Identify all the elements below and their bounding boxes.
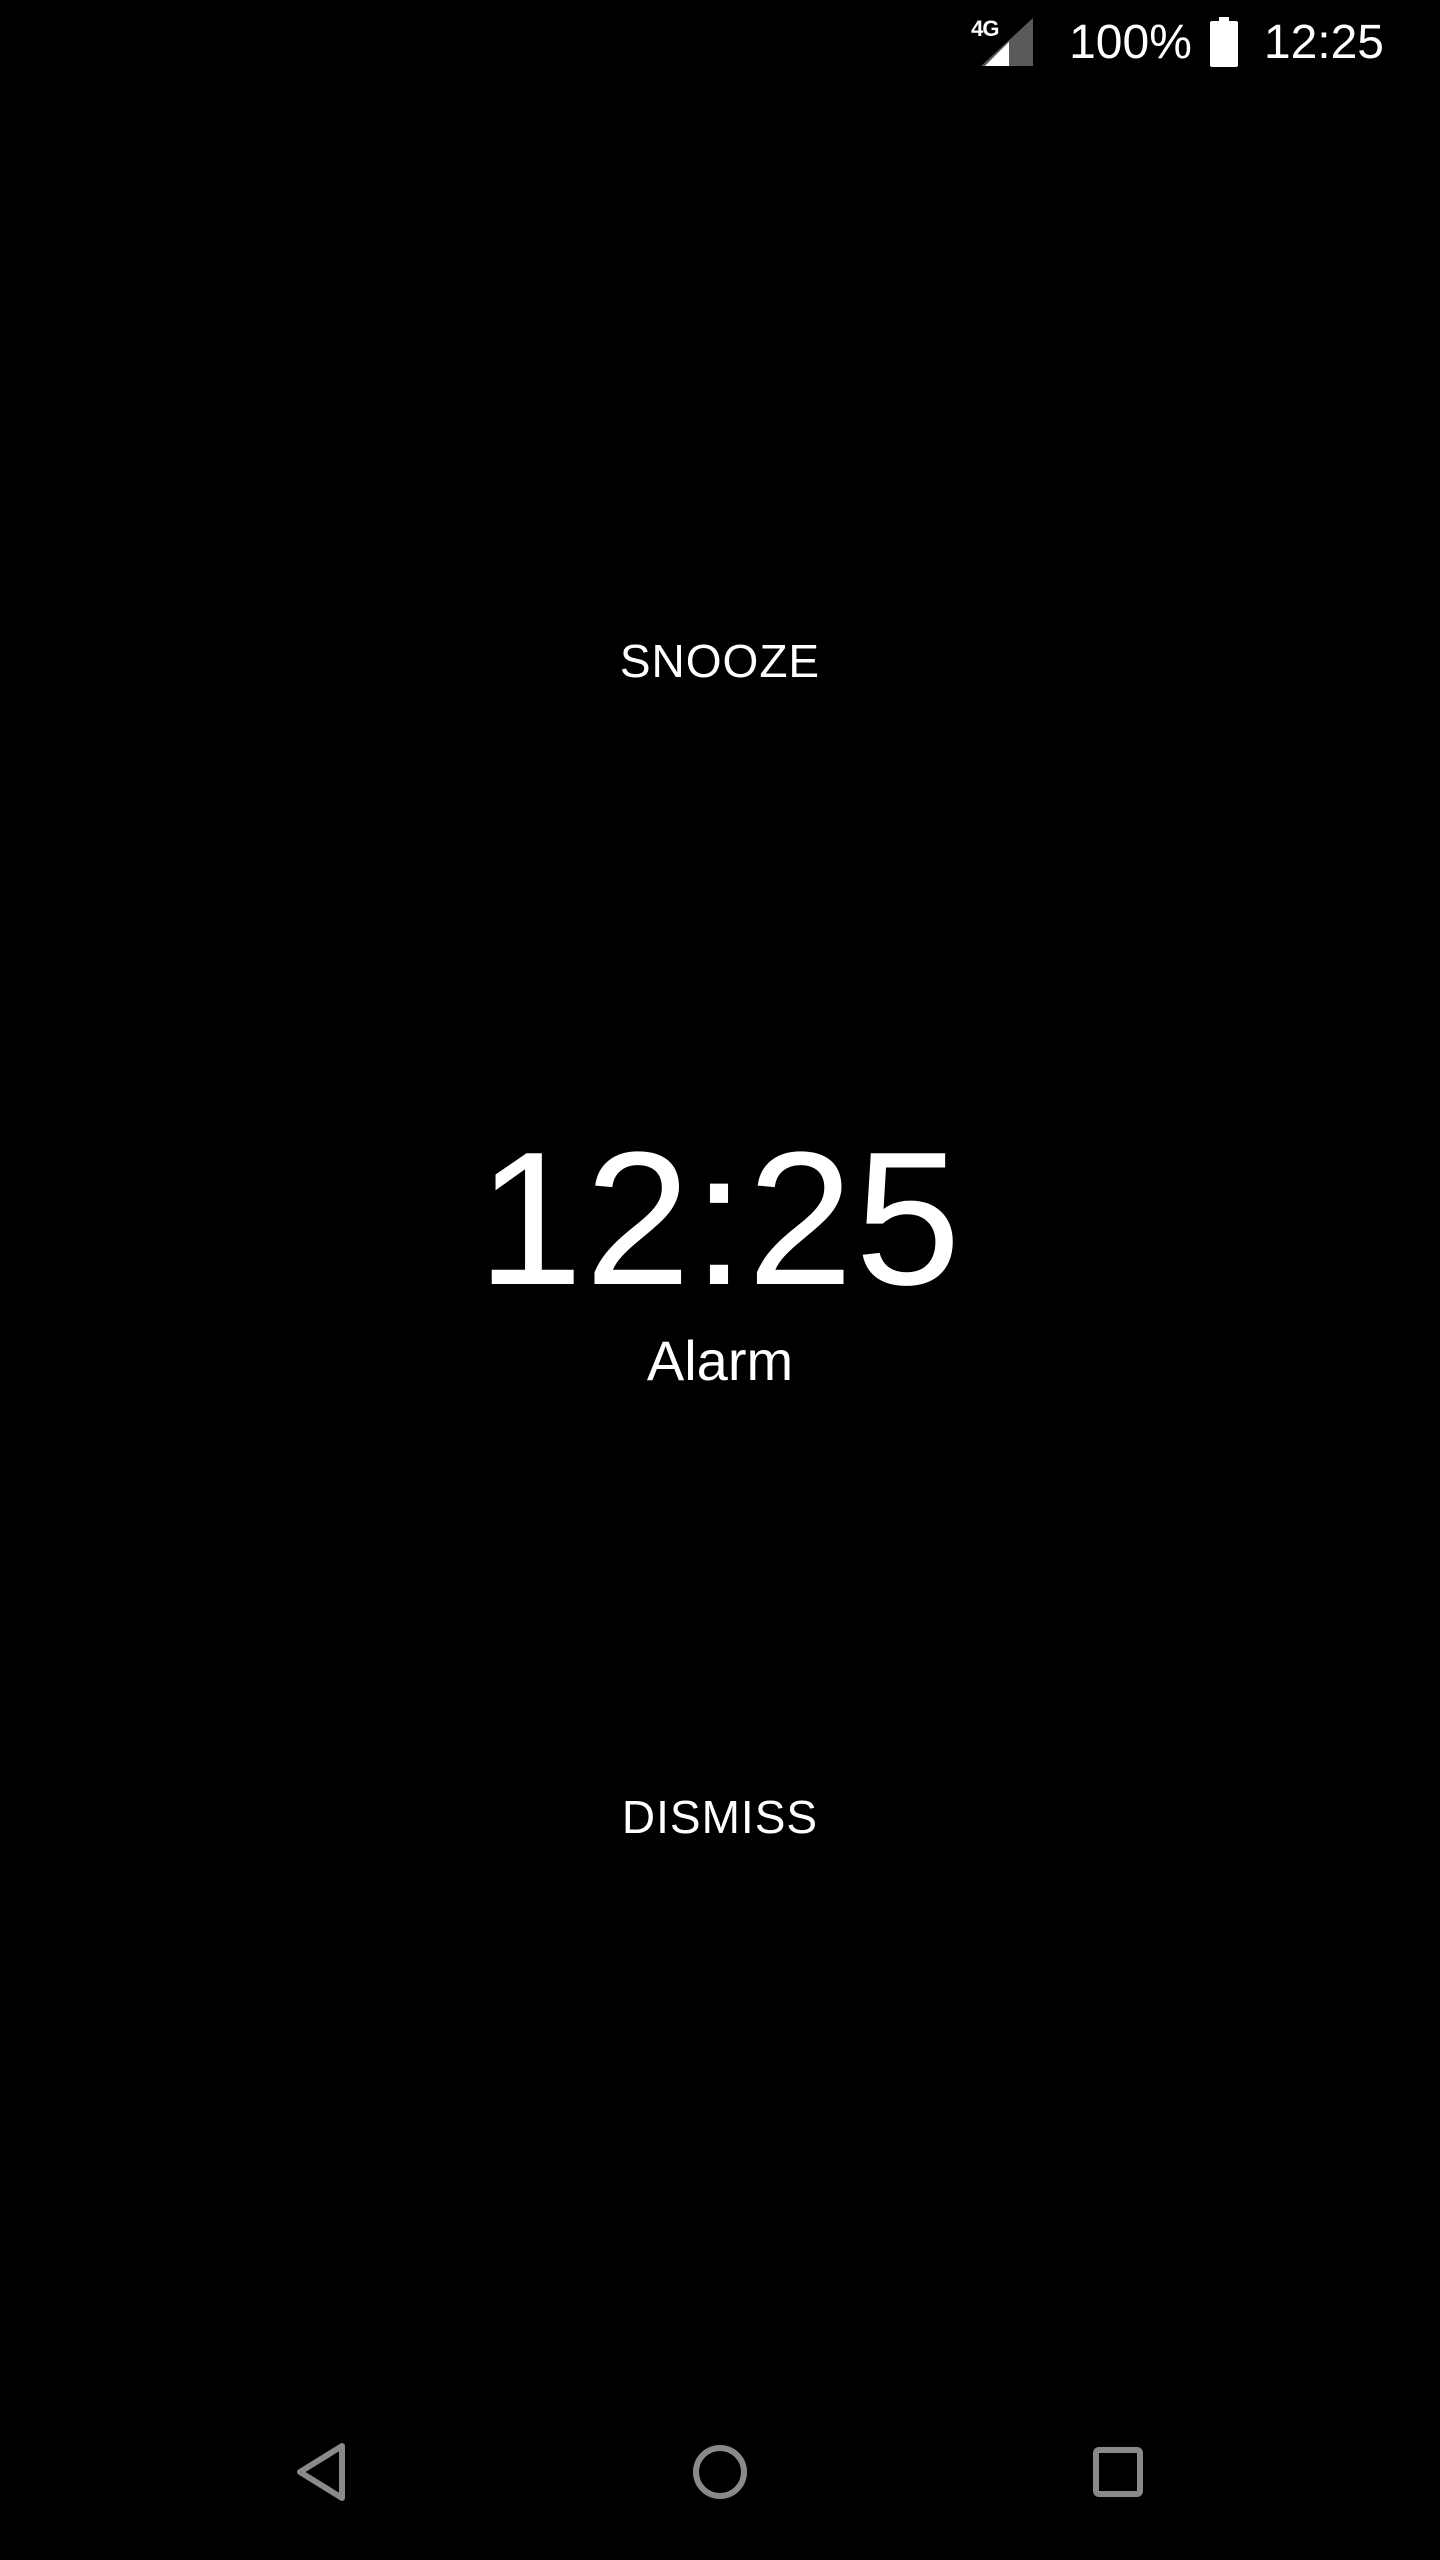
dismiss-button[interactable]: DISMISS: [0, 1790, 1440, 1844]
status-icons: 4G 100% 12:25: [971, 0, 1384, 84]
cellular-signal: 4G: [971, 14, 1039, 70]
alarm-label: Alarm: [646, 1329, 794, 1392]
snooze-button[interactable]: SNOOZE: [0, 634, 1440, 688]
signal-icon: [981, 18, 1034, 66]
status-bar: 4G 100% 12:25: [0, 0, 1440, 84]
status-clock: 12:25: [1263, 15, 1384, 69]
navigation-bar: [0, 2392, 1440, 2560]
battery-percentage: 100%: [1069, 15, 1192, 69]
back-icon: [297, 2443, 345, 2501]
battery-icon: [1209, 17, 1238, 67]
alarm-time: 12:25: [477, 1113, 963, 1325]
home-icon: [693, 2445, 747, 2499]
recents-icon: [1093, 2447, 1143, 2497]
back-button[interactable]: [282, 2432, 362, 2512]
recents-button[interactable]: [1078, 2432, 1158, 2512]
home-button[interactable]: [680, 2432, 760, 2512]
